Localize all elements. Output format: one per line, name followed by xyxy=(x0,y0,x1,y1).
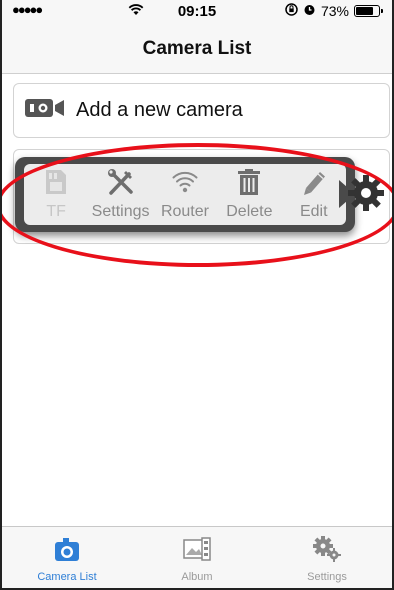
tf-card-label: TF xyxy=(46,203,66,220)
rotation-lock-icon xyxy=(285,3,298,19)
router-action-button[interactable]: Router xyxy=(154,168,216,221)
router-action-label: Router xyxy=(160,203,209,220)
gear-icon xyxy=(345,175,387,218)
tab-album[interactable]: Album xyxy=(132,527,262,588)
album-icon xyxy=(182,536,212,567)
gears-icon xyxy=(313,536,341,567)
battery-icon xyxy=(354,5,383,17)
camera-icon xyxy=(54,538,80,567)
status-bar: ●●●●● 09:15 73% xyxy=(2,0,392,24)
video-camera-icon xyxy=(24,98,66,123)
tools-icon xyxy=(106,168,136,201)
tab-settings-label: Settings xyxy=(307,571,347,583)
camera-options-gear-button[interactable] xyxy=(345,172,387,214)
camera-action-popup: TF Settings Router Delete Edit xyxy=(15,157,355,232)
add-camera-button[interactable]: Add a new camera xyxy=(13,83,390,138)
navigation-bar: Camera List xyxy=(2,24,392,74)
tab-album-label: Album xyxy=(181,571,213,583)
battery-percent: 73% xyxy=(320,3,349,19)
alarm-icon xyxy=(303,3,316,19)
sd-card-icon xyxy=(43,168,69,201)
wifi-icon xyxy=(171,168,199,201)
trash-icon xyxy=(236,168,262,201)
status-right: 73% xyxy=(285,3,383,19)
delete-action-label: Delete xyxy=(226,203,273,220)
pencil-icon xyxy=(301,168,327,201)
tab-camera-list-label: Camera List xyxy=(37,571,97,583)
tab-settings[interactable]: Settings xyxy=(262,527,392,588)
tf-card-button[interactable]: TF xyxy=(25,168,87,221)
edit-action-label: Edit xyxy=(299,203,328,220)
settings-action-label: Settings xyxy=(91,203,150,220)
app-screen: ●●●●● 09:15 73% Camera List Add a new ca… xyxy=(0,0,394,590)
edit-action-button[interactable]: Edit xyxy=(283,168,345,221)
settings-action-button[interactable]: Settings xyxy=(90,168,152,221)
add-camera-label: Add a new camera xyxy=(76,99,243,121)
action-toolbar: TF Settings Router Delete Edit xyxy=(24,164,346,225)
camera-list: Add a new camera xyxy=(2,75,392,525)
page-title: Camera List xyxy=(142,37,252,59)
tab-bar: Camera List Album Settings xyxy=(2,526,392,588)
delete-action-button[interactable]: Delete xyxy=(218,168,280,221)
tab-camera-list[interactable]: Camera List xyxy=(2,527,132,588)
